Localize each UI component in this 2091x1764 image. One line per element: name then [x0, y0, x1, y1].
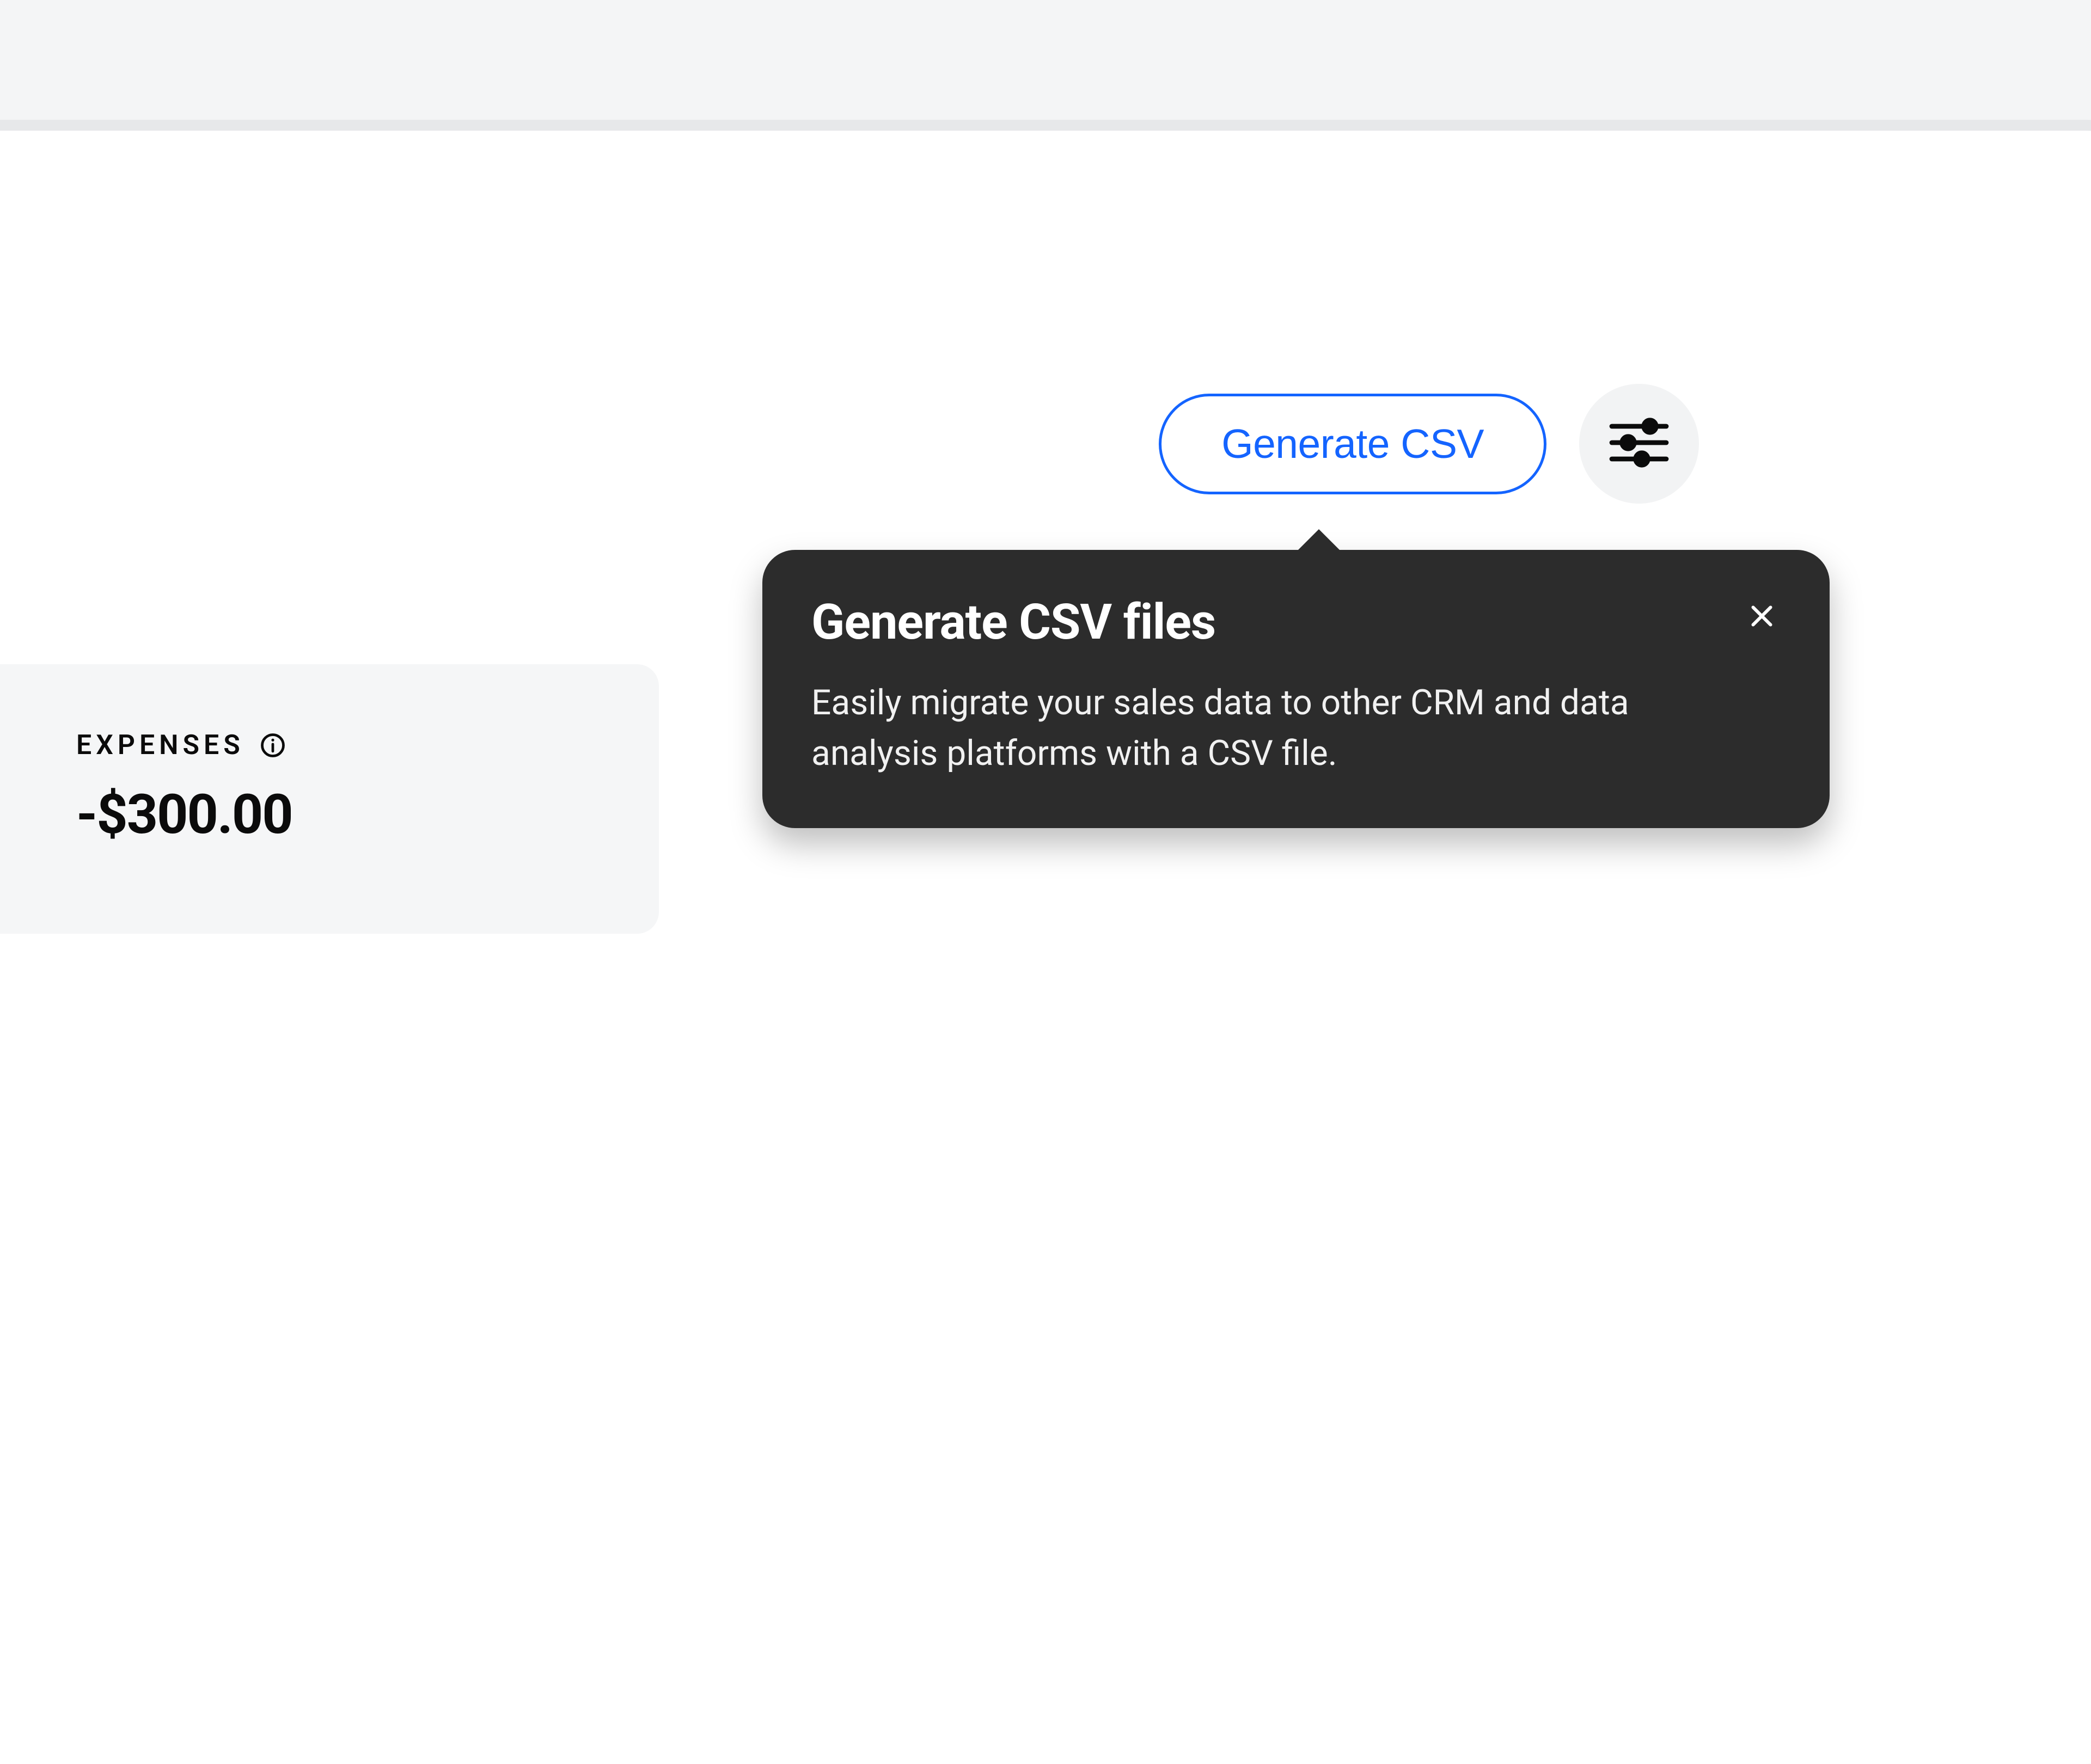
popover-body: Easily migrate your sales data to other … — [811, 678, 1748, 779]
main-panel — [0, 131, 2091, 1764]
expenses-amount: -$300.00 — [76, 783, 604, 847]
expenses-label: EXPENSES — [76, 730, 244, 761]
settings-button[interactable] — [1579, 384, 1699, 504]
generate-csv-button[interactable]: Generate CSV — [1159, 394, 1546, 494]
action-bar: Generate CSV — [1159, 384, 1699, 504]
generate-csv-popover: Generate CSV files Easily migrate your s… — [762, 550, 1830, 828]
info-icon[interactable] — [259, 731, 287, 759]
close-icon — [1747, 601, 1777, 633]
popover-title: Generate CSV files — [811, 593, 1215, 651]
sliders-icon — [1606, 410, 1672, 477]
popover-close-button[interactable] — [1742, 598, 1781, 636]
expenses-card: EXPENSES -$300.00 — [0, 664, 659, 934]
